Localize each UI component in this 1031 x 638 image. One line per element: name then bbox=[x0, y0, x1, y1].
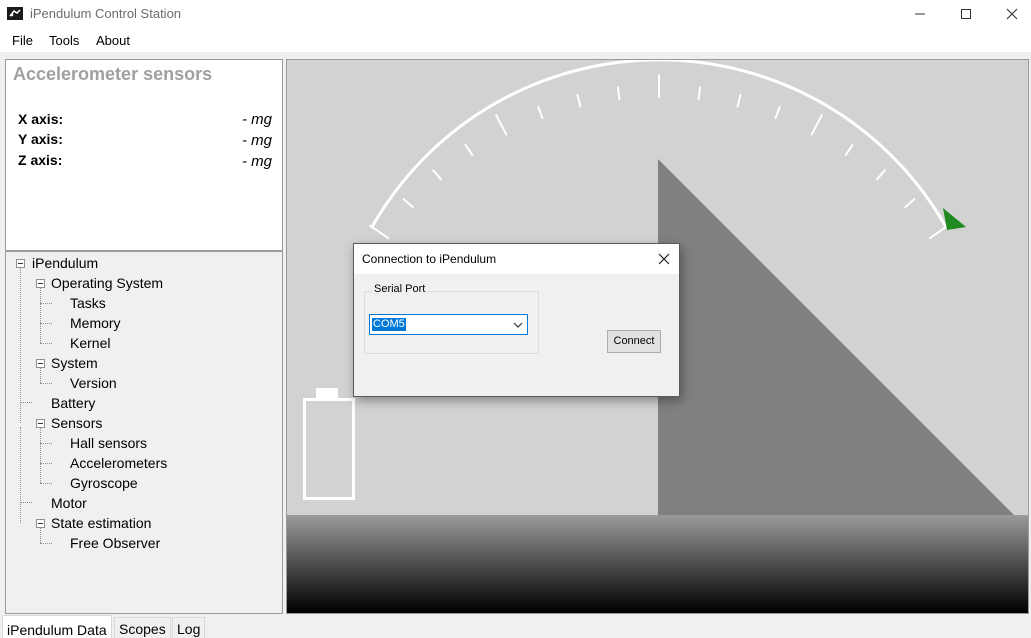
ground-floor bbox=[287, 515, 1028, 613]
tree-connector bbox=[40, 427, 41, 483]
window-title: iPendulum Control Station bbox=[30, 6, 182, 21]
dialog-title: Connection to iPendulum bbox=[362, 252, 497, 266]
tree-connector bbox=[40, 303, 52, 304]
z-axis-label: Z axis: bbox=[18, 152, 63, 168]
tab-scopes[interactable]: Scopes bbox=[114, 617, 171, 638]
menu-bar: File Tools About bbox=[0, 28, 1031, 53]
tree-item-version[interactable]: Version bbox=[70, 375, 117, 391]
dialog-close-icon[interactable] bbox=[657, 252, 671, 266]
accelerometer-panel: Accelerometer sensors X axis: Y axis: Z … bbox=[5, 59, 283, 251]
tree-item-kernel[interactable]: Kernel bbox=[70, 335, 110, 351]
tree-connector bbox=[40, 343, 52, 344]
tree-connector bbox=[20, 402, 32, 403]
tree-item-free-observer[interactable]: Free Observer bbox=[70, 535, 160, 551]
bottom-tab-bar: iPendulum Data Scopes Log bbox=[0, 615, 1031, 638]
gauge-tick bbox=[617, 86, 621, 101]
maximize-icon bbox=[961, 9, 971, 19]
tree-connector bbox=[20, 267, 21, 423]
menu-about[interactable]: About bbox=[96, 33, 130, 48]
tree-item-battery[interactable]: Battery bbox=[51, 395, 95, 411]
y-axis-value: - mg bbox=[242, 132, 272, 149]
gauge-tick bbox=[432, 169, 442, 181]
collapse-root-toggle[interactable] bbox=[16, 259, 25, 268]
gauge-tick bbox=[844, 144, 854, 156]
collapse-operating-system-toggle[interactable] bbox=[36, 279, 45, 288]
menu-tools[interactable]: Tools bbox=[49, 33, 79, 48]
tree-item-state-estimation[interactable]: State estimation bbox=[51, 515, 151, 531]
gauge-tick bbox=[537, 106, 544, 120]
gauge-tick bbox=[928, 224, 949, 240]
title-bar: iPendulum Control Station bbox=[0, 0, 1031, 28]
tree-item-ipendulum[interactable]: iPendulum bbox=[32, 255, 98, 271]
gauge-tick bbox=[402, 198, 414, 209]
connection-dialog: Connection to iPendulum Serial Port COM5… bbox=[353, 243, 680, 397]
maximize-button[interactable] bbox=[943, 0, 989, 28]
tree-connector bbox=[40, 543, 52, 544]
gauge-tick bbox=[876, 169, 886, 181]
main-window: iPendulum Control Station File Tools Abo… bbox=[0, 0, 1031, 638]
minimize-icon bbox=[915, 13, 925, 15]
tree-item-tasks[interactable]: Tasks bbox=[70, 295, 106, 311]
gauge-tick bbox=[736, 93, 742, 108]
gauge-tick bbox=[464, 144, 474, 156]
serial-port-group: Serial Port COM5 bbox=[364, 283, 539, 354]
menu-file[interactable]: File bbox=[12, 33, 33, 48]
connect-button[interactable]: Connect bbox=[607, 330, 661, 353]
tree-connector bbox=[40, 287, 41, 343]
serial-port-select[interactable]: COM5 bbox=[369, 314, 528, 335]
tree-item-motor[interactable]: Motor bbox=[51, 495, 87, 511]
tree-connector bbox=[40, 463, 52, 464]
angle-pointer bbox=[943, 208, 966, 230]
gauge-tick bbox=[576, 93, 582, 108]
minimize-button[interactable] bbox=[897, 0, 943, 28]
tree-item-operating-system[interactable]: Operating System bbox=[51, 275, 163, 291]
serial-port-label: Serial Port bbox=[372, 283, 428, 295]
collapse-system-toggle[interactable] bbox=[36, 359, 45, 368]
y-axis-label: Y axis: bbox=[18, 131, 63, 147]
gauge-tick bbox=[495, 114, 508, 136]
collapse-state-estimation-toggle[interactable] bbox=[36, 519, 45, 528]
gauge-tick bbox=[774, 106, 781, 120]
gauge-tick bbox=[904, 198, 916, 209]
close-button[interactable] bbox=[989, 0, 1031, 28]
gauge-tick bbox=[697, 86, 701, 101]
close-icon bbox=[1006, 8, 1018, 20]
dialog-title-bar: Connection to iPendulum bbox=[354, 244, 679, 274]
sensor-panel-title: Accelerometer sensors bbox=[13, 64, 213, 84]
tree-item-system[interactable]: System bbox=[51, 355, 98, 371]
tree-item-memory[interactable]: Memory bbox=[70, 315, 121, 331]
ramp-shape bbox=[658, 159, 1014, 515]
tree-connector bbox=[40, 443, 52, 444]
navigation-tree[interactable]: iPendulum Operating System Tasks Memory … bbox=[5, 251, 283, 614]
app-logo-icon bbox=[7, 7, 23, 20]
tree-connector bbox=[20, 502, 32, 503]
tree-connector bbox=[40, 323, 52, 324]
battery-icon bbox=[303, 388, 355, 500]
tree-connector bbox=[20, 427, 21, 523]
tree-connector bbox=[40, 383, 52, 384]
tree-item-hall-sensors[interactable]: Hall sensors bbox=[70, 435, 147, 451]
gauge-tick bbox=[369, 224, 390, 240]
tab-log[interactable]: Log bbox=[172, 617, 206, 638]
tree-connector bbox=[40, 483, 52, 484]
tree-connector bbox=[40, 367, 41, 383]
serial-port-value: COM5 bbox=[372, 318, 406, 331]
tree-item-sensors[interactable]: Sensors bbox=[51, 415, 102, 431]
tab-ipendulum-data[interactable]: iPendulum Data bbox=[2, 615, 112, 638]
chevron-down-icon bbox=[513, 322, 523, 328]
tree-item-accelerometers[interactable]: Accelerometers bbox=[70, 455, 167, 471]
collapse-sensors-toggle[interactable] bbox=[36, 419, 45, 428]
z-axis-value: - mg bbox=[242, 153, 272, 170]
tree-item-gyroscope[interactable]: Gyroscope bbox=[70, 475, 138, 491]
tree-connector bbox=[40, 527, 41, 543]
x-axis-value: - mg bbox=[242, 111, 272, 128]
gauge-tick bbox=[810, 114, 823, 136]
x-axis-label: X axis: bbox=[18, 111, 64, 127]
